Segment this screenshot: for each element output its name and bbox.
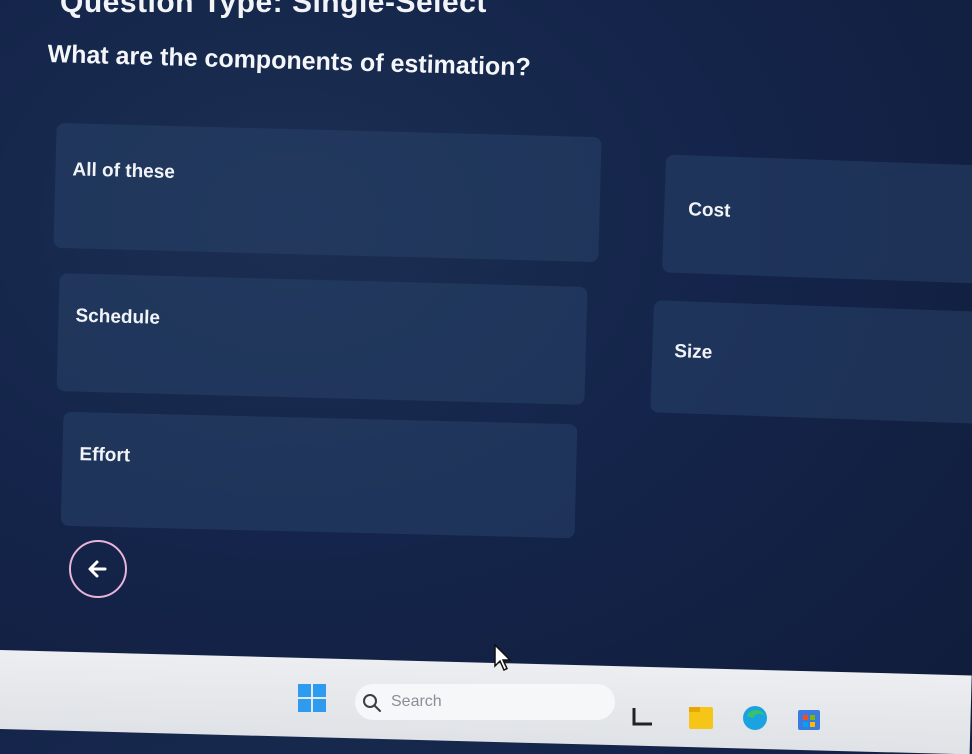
edge-browser-icon[interactable] [742,704,768,730]
option-effort[interactable]: Effort [60,411,578,539]
option-all-of-these[interactable]: All of these [53,122,602,263]
windows-start-icon[interactable] [298,684,326,712]
store-icon[interactable] [796,704,822,730]
option-label: Effort [79,444,131,467]
quiz-screen: Question Type: Single-Select What are th… [0,0,972,660]
option-cost[interactable]: Cost [662,154,972,284]
question-type-heading: Question Type: Single-Select [60,0,487,19]
task-view-icon[interactable] [630,704,656,730]
option-label: Cost [687,199,731,222]
search-icon [363,694,381,712]
file-explorer-icon[interactable] [688,704,714,730]
option-label: Schedule [75,305,161,329]
option-label: All of these [72,159,176,183]
option-size[interactable]: Size [650,300,972,424]
option-schedule[interactable]: Schedule [56,273,588,405]
question-text: What are the components of estimation? [47,40,532,82]
search-placeholder: Search [391,693,442,710]
mouse-pointer-icon [494,644,512,672]
arrow-left-icon [88,560,107,578]
option-label: Size [673,341,713,364]
taskbar-search[interactable]: Search [355,684,615,720]
back-button[interactable] [69,540,127,598]
